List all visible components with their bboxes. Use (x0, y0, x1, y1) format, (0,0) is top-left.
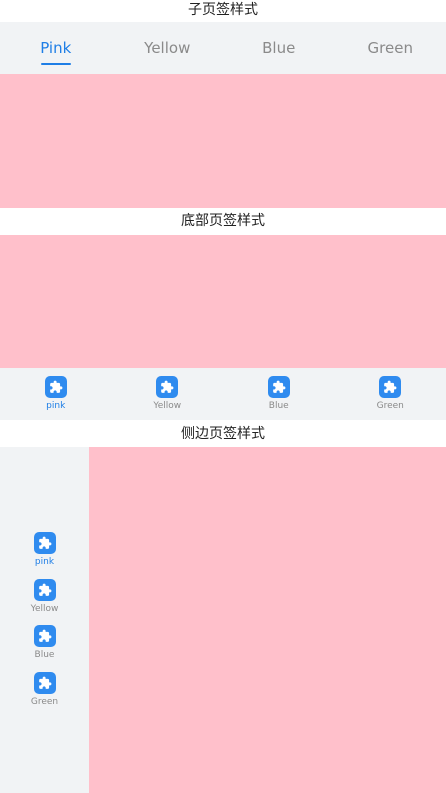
subtab-bar: Pink Yellow Blue Green (0, 22, 446, 74)
sidetab-blue[interactable]: Blue (0, 620, 89, 667)
sidetab-label: Yellow (30, 603, 59, 614)
subtab-label: Blue (262, 39, 296, 57)
subtab-label: Yellow (144, 39, 191, 57)
sidetab-label: Blue (34, 650, 55, 661)
subtab-green[interactable]: Green (335, 22, 446, 74)
active-tab-indicator (40, 63, 71, 65)
bottomtab-content-panel (0, 235, 446, 368)
bottomtab-label: Green (376, 401, 404, 411)
puzzle-icon (33, 578, 56, 601)
bottomtab-bar: pink Yellow Blue Green (0, 368, 446, 420)
sidetab-label: pink (34, 557, 55, 568)
sidetab-pink[interactable]: pink (0, 527, 89, 574)
bottomtab-label: pink (46, 401, 66, 411)
puzzle-icon (156, 376, 179, 398)
bottomtab-blue[interactable]: Blue (223, 368, 335, 420)
puzzle-icon (33, 532, 56, 555)
sidetab-label: Green (30, 696, 59, 707)
sidetab-bar: pink Yellow Blue Green (0, 447, 89, 793)
sidetab-content-panel (89, 447, 446, 793)
sidetab-yellow[interactable]: Yellow (0, 574, 89, 621)
subtab-content-panel (0, 74, 446, 208)
puzzle-icon (379, 376, 402, 398)
bottomtab-green[interactable]: Green (335, 368, 446, 420)
puzzle-icon (267, 376, 290, 398)
bottomtab-label: Blue (268, 401, 289, 411)
sidetab-green[interactable]: Green (0, 667, 89, 714)
puzzle-icon (33, 625, 56, 648)
subtab-label: Pink (40, 39, 72, 57)
subtab-yellow[interactable]: Yellow (112, 22, 224, 74)
bottomtab-section-title: 底部页签样式 (181, 213, 265, 229)
subtab-label: Green (367, 39, 413, 57)
bottomtab-yellow[interactable]: Yellow (112, 368, 224, 420)
puzzle-icon (33, 671, 56, 694)
bottomtab-label: Yellow (153, 401, 182, 411)
subtab-pink[interactable]: Pink (0, 22, 112, 74)
bottomtab-pink[interactable]: pink (0, 368, 112, 420)
sidetab-section-title: 侧边页签样式 (181, 426, 265, 442)
puzzle-icon (44, 376, 67, 398)
subtab-section-title: 子页签样式 (188, 2, 258, 18)
subtab-blue[interactable]: Blue (223, 22, 335, 74)
